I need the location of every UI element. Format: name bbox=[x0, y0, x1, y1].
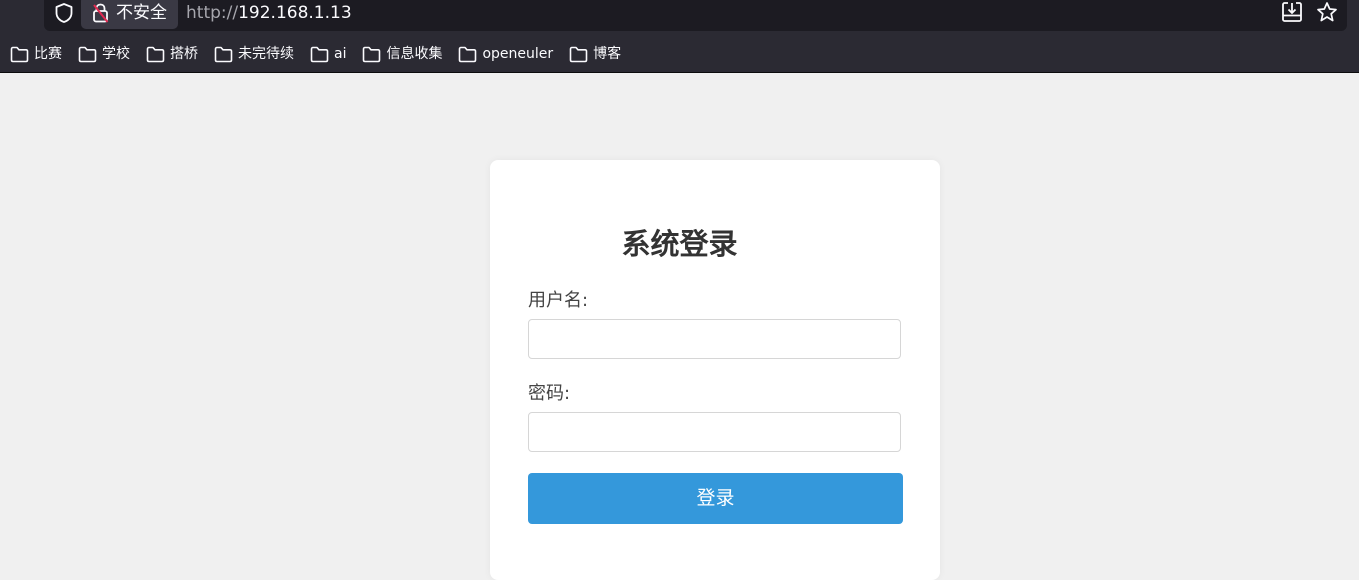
bookmark-label: ai bbox=[334, 46, 347, 62]
bookmark-label: 未完待续 bbox=[238, 46, 294, 62]
bookmark-folder[interactable]: openeuler bbox=[458, 43, 553, 65]
folder-icon bbox=[569, 46, 588, 62]
browser-toolbar: 不安全 http://192.168.1.13 比赛 学校 搭桥 未完待续 ai bbox=[0, 0, 1359, 72]
password-label: 密码: bbox=[528, 383, 571, 404]
url-text[interactable]: http://192.168.1.13 bbox=[186, 1, 352, 25]
bookmark-folder[interactable]: 信息收集 bbox=[362, 43, 442, 65]
security-badge-label: 不安全 bbox=[116, 3, 167, 23]
url-host: 192.168.1.13 bbox=[238, 3, 352, 23]
login-title: 系统登录 bbox=[621, 227, 738, 261]
bookmark-folder[interactable]: 博客 bbox=[569, 43, 621, 65]
folder-icon bbox=[146, 46, 165, 62]
folder-icon bbox=[363, 46, 381, 62]
shield-icon[interactable] bbox=[54, 2, 74, 24]
bookmark-label: 信息收集 bbox=[386, 46, 443, 62]
toolbar-divider bbox=[0, 72, 1359, 73]
folder-icon bbox=[78, 46, 97, 62]
bookmark-folder[interactable]: 未完待续 bbox=[214, 43, 294, 65]
bookmark-star-icon[interactable] bbox=[1316, 1, 1338, 23]
username-label: 用户名: bbox=[528, 290, 589, 311]
url-protocol: http:// bbox=[186, 3, 239, 23]
bookmark-label: 搭桥 bbox=[170, 46, 198, 62]
bookmarks-toolbar: 比赛 学校 搭桥 未完待续 ai 信息收集 openeuler 博客 bbox=[10, 43, 637, 65]
bookmark-folder[interactable]: 比赛 bbox=[10, 43, 62, 65]
insecure-lock-icon bbox=[93, 3, 109, 23]
password-input[interactable] bbox=[528, 412, 901, 452]
bookmark-label: openeuler bbox=[482, 46, 554, 62]
bookmark-label: 学校 bbox=[102, 46, 130, 62]
folder-icon bbox=[10, 46, 29, 62]
bookmark-folder[interactable]: ai bbox=[310, 43, 346, 65]
folder-icon bbox=[214, 46, 233, 62]
login-button[interactable]: 登录 bbox=[528, 473, 903, 524]
username-input[interactable] bbox=[528, 319, 901, 359]
bookmark-folder[interactable]: 搭桥 bbox=[146, 43, 198, 65]
folder-icon bbox=[459, 46, 477, 62]
bookmark-label: 博客 bbox=[593, 46, 622, 62]
folder-icon bbox=[310, 46, 329, 62]
bookmark-label: 比赛 bbox=[34, 46, 62, 62]
save-page-icon[interactable] bbox=[1281, 1, 1303, 23]
bookmark-folder[interactable]: 学校 bbox=[78, 43, 130, 65]
